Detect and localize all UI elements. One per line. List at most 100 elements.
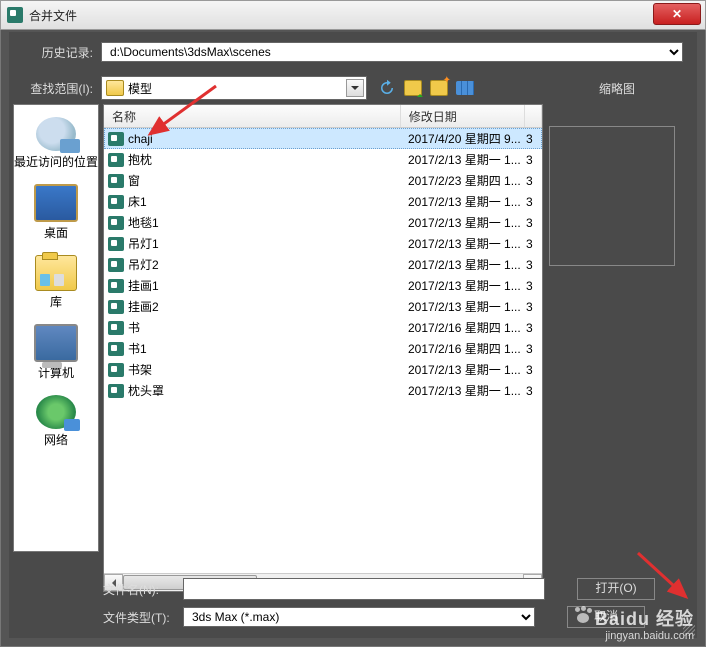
max-file-icon: [108, 279, 124, 293]
file-row[interactable]: 枕头罩2017/2/13 星期一 1...3: [104, 380, 542, 401]
file-list-header[interactable]: 名称 修改日期: [104, 105, 542, 128]
file-name: 吊灯2: [128, 256, 408, 273]
file-extra: 3: [526, 342, 538, 356]
file-name: 地毯1: [128, 214, 408, 231]
file-date: 2017/2/13 星期一 1...: [408, 151, 526, 168]
file-row[interactable]: 吊灯12017/2/13 星期一 1...3: [104, 233, 542, 254]
ic-desktop: [34, 184, 78, 222]
max-file-icon: [108, 216, 124, 230]
file-date: 2017/2/13 星期一 1...: [408, 256, 526, 273]
sidebar-item-2[interactable]: 库: [14, 251, 98, 318]
history-label: 历史记录:: [23, 44, 93, 61]
file-list: 名称 修改日期 chaji2017/4/20 星期四 9...3抱枕2017/2…: [103, 104, 543, 592]
file-row[interactable]: 挂画22017/2/13 星期一 1...3: [104, 296, 542, 317]
file-name: 挂画2: [128, 298, 408, 315]
sidebar-item-3[interactable]: 计算机: [14, 320, 98, 389]
window-title: 合并文件: [29, 7, 77, 24]
watermark: Baidu 经验 jingyan.baidu.com: [573, 607, 694, 643]
file-name: 书: [128, 319, 408, 336]
file-extra: 3: [526, 384, 538, 398]
sidebar-item-0[interactable]: 最近访问的位置: [14, 113, 98, 178]
ic-net: [36, 395, 76, 429]
file-row[interactable]: 书2017/2/16 星期四 1...3: [104, 317, 542, 338]
file-date: 2017/2/16 星期四 1...: [408, 319, 526, 336]
file-name: 窗: [128, 172, 408, 189]
file-list-body[interactable]: chaji2017/4/20 星期四 9...3抱枕2017/2/13 星期一 …: [104, 128, 542, 573]
sidebar-item-label: 网络: [14, 431, 98, 448]
file-name: chaji: [128, 132, 408, 146]
file-row[interactable]: 床12017/2/13 星期一 1...3: [104, 191, 542, 212]
chevron-down-icon[interactable]: [346, 79, 364, 97]
file-date: 2017/2/13 星期一 1...: [408, 193, 526, 210]
places-sidebar: 最近访问的位置桌面库计算机网络: [13, 104, 99, 552]
file-extra: 3: [526, 216, 538, 230]
up-one-level-icon[interactable]: [403, 78, 423, 98]
file-extra: 3: [526, 195, 538, 209]
filetype-label: 文件类型(T):: [103, 609, 183, 626]
dialog-body: 历史记录: d:\Documents\3dsMax\scenes 查找范围(I)…: [9, 32, 697, 638]
titlebar[interactable]: 合并文件 ✕: [0, 0, 706, 30]
max-file-icon: [108, 363, 124, 377]
file-row[interactable]: 窗2017/2/23 星期四 1...3: [104, 170, 542, 191]
file-row[interactable]: 抱枕2017/2/13 星期一 1...3: [104, 149, 542, 170]
ic-recent: [36, 117, 76, 151]
file-extra: 3: [526, 132, 538, 146]
scope-folder-name: 模型: [128, 80, 152, 97]
file-date: 2017/2/13 星期一 1...: [408, 277, 526, 294]
file-row[interactable]: 书12017/2/16 星期四 1...3: [104, 338, 542, 359]
file-name: 抱枕: [128, 151, 408, 168]
file-extra: 3: [526, 237, 538, 251]
max-file-icon: [108, 384, 124, 398]
max-file-icon: [108, 258, 124, 272]
open-button[interactable]: 打开(O): [577, 578, 655, 600]
file-name: 床1: [128, 193, 408, 210]
sidebar-item-4[interactable]: 网络: [14, 391, 98, 456]
column-name[interactable]: 名称: [104, 105, 401, 127]
file-row[interactable]: 地毯12017/2/13 星期一 1...3: [104, 212, 542, 233]
file-date: 2017/2/23 星期四 1...: [408, 172, 526, 189]
file-date: 2017/2/13 星期一 1...: [408, 298, 526, 315]
filename-input[interactable]: [183, 578, 545, 600]
file-date: 2017/2/13 星期一 1...: [408, 214, 526, 231]
back-icon[interactable]: [377, 78, 397, 98]
thumbnail-label: 缩略图: [599, 80, 635, 97]
file-row[interactable]: chaji2017/4/20 星期四 9...3: [104, 128, 542, 149]
file-extra: 3: [526, 174, 538, 188]
sidebar-item-label: 桌面: [14, 224, 98, 241]
column-date[interactable]: 修改日期: [401, 105, 525, 127]
paw-icon: [573, 607, 593, 625]
close-button[interactable]: ✕: [653, 3, 701, 25]
merge-file-dialog: 合并文件 ✕ 历史记录: d:\Documents\3dsMax\scenes …: [0, 0, 706, 647]
app-icon: [7, 7, 23, 23]
max-file-icon: [108, 132, 124, 146]
file-row[interactable]: 书架2017/2/13 星期一 1...3: [104, 359, 542, 380]
ic-lib: [35, 255, 77, 291]
column-extra[interactable]: [525, 105, 542, 127]
max-file-icon: [108, 300, 124, 314]
file-date: 2017/2/13 星期一 1...: [408, 361, 526, 378]
file-name: 书架: [128, 361, 408, 378]
scope-dropdown[interactable]: 模型: [101, 76, 367, 100]
folder-toolbar: [377, 78, 475, 98]
file-extra: 3: [526, 300, 538, 314]
max-file-icon: [108, 237, 124, 251]
file-extra: 3: [526, 363, 538, 377]
file-extra: 3: [526, 321, 538, 335]
file-date: 2017/2/13 星期一 1...: [408, 235, 526, 252]
file-row[interactable]: 挂画12017/2/13 星期一 1...3: [104, 275, 542, 296]
file-row[interactable]: 吊灯22017/2/13 星期一 1...3: [104, 254, 542, 275]
scope-label: 查找范围(I):: [23, 80, 93, 97]
history-dropdown[interactable]: d:\Documents\3dsMax\scenes: [101, 42, 683, 62]
file-name: 书1: [128, 340, 408, 357]
file-date: 2017/2/13 星期一 1...: [408, 382, 526, 399]
max-file-icon: [108, 321, 124, 335]
sidebar-item-label: 最近访问的位置: [14, 153, 98, 170]
max-file-icon: [108, 153, 124, 167]
new-folder-icon[interactable]: [429, 78, 449, 98]
filetype-dropdown[interactable]: 3ds Max (*.max): [183, 607, 535, 627]
file-name: 吊灯1: [128, 235, 408, 252]
view-menu-icon[interactable]: [455, 78, 475, 98]
sidebar-item-1[interactable]: 桌面: [14, 180, 98, 249]
file-extra: 3: [526, 258, 538, 272]
thumbnail-preview: [549, 126, 675, 266]
